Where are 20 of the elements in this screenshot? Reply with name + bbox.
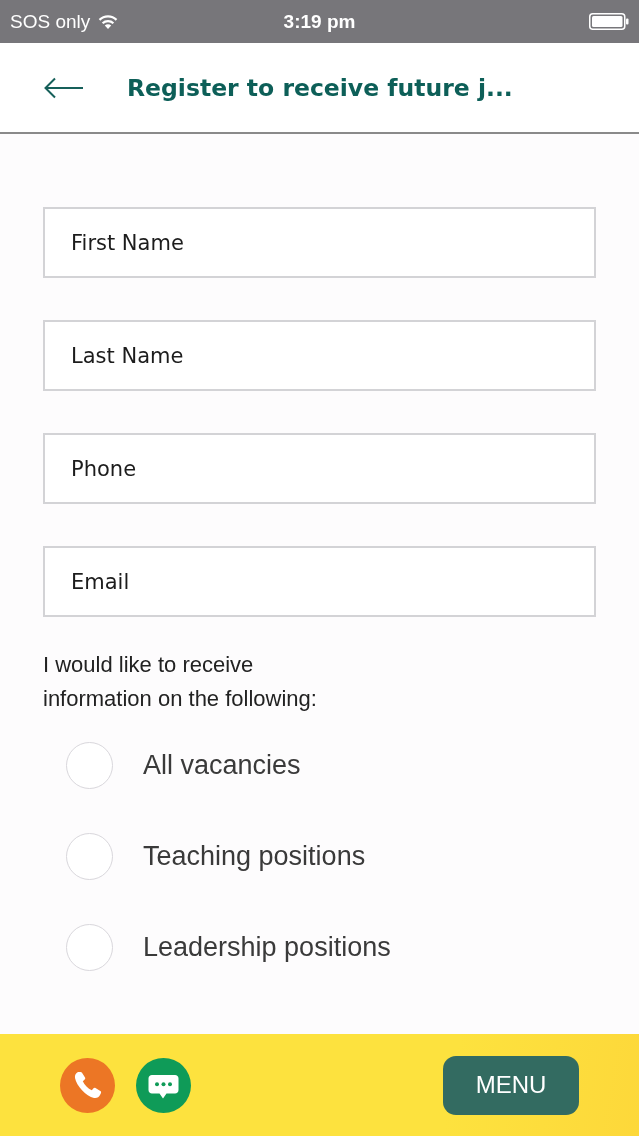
prompt-text: I would like to receive information on the following:: [43, 651, 318, 713]
input-field[interactable]: Phone: [43, 433, 596, 504]
menu-button[interactable]: MENU: [443, 1055, 579, 1115]
clock-time: 3:19 pm: [283, 10, 356, 32]
back-arrow-icon[interactable]: [44, 76, 84, 99]
carrier-label: SOS only: [10, 10, 91, 33]
radio-button[interactable]: [66, 924, 113, 971]
battery-icon: [589, 13, 629, 30]
chat-bubble-icon[interactable]: [136, 1057, 191, 1113]
input-field[interactable]: Last Name: [43, 320, 596, 391]
radio-button[interactable]: [66, 833, 113, 880]
page-title: Register to receive future j...: [127, 73, 513, 102]
input-field[interactable]: First Name: [43, 207, 596, 278]
option-label[interactable]: Leadership positions: [143, 932, 391, 963]
option-label[interactable]: All vacancies: [143, 750, 301, 781]
input-field[interactable]: Email: [43, 546, 596, 617]
radio-button[interactable]: [66, 742, 113, 789]
phone-icon[interactable]: [60, 1057, 115, 1113]
option-label[interactable]: Teaching positions: [143, 841, 366, 872]
wifi-icon: [98, 14, 119, 29]
